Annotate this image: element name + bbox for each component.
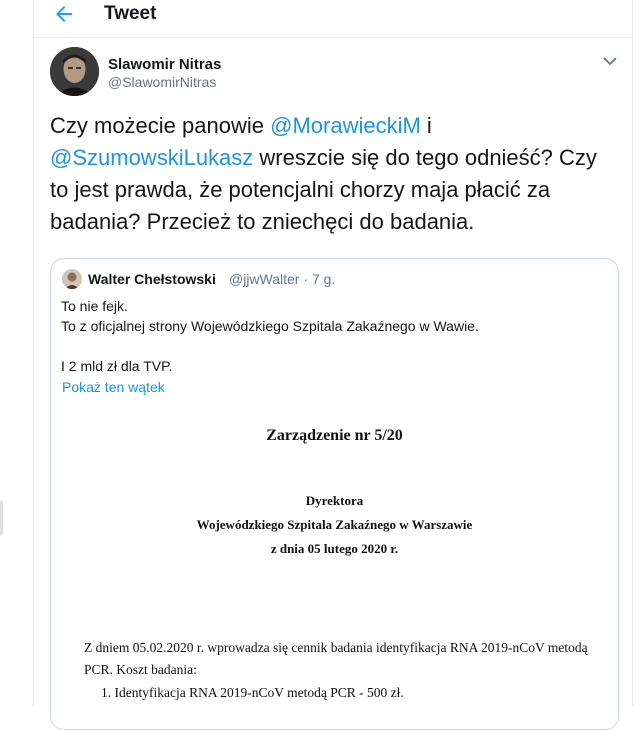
document-heading: Dyrektora Wojewódzkiego Szpitala Zakaźne… xyxy=(51,489,618,561)
document-image: Zarządzenie nr 5/20 Dyrektora Wojewódzki… xyxy=(51,409,618,729)
quoted-text: To nie fejk. To z oficjalnej strony Woje… xyxy=(61,296,479,376)
tweet-text-part1: Czy możecie panowie xyxy=(50,113,271,138)
document-item: 1. Identyfikacja RNA 2019-nCoV metodą PC… xyxy=(101,685,404,700)
tweet-column: Tweet Slawomir Nitras @SlawomirNitras Cz… xyxy=(33,0,633,730)
author-handle[interactable]: @SlawomirNitras xyxy=(108,74,216,90)
quoted-avatar xyxy=(62,269,82,289)
document-heading-line-1: Dyrektora xyxy=(305,493,364,508)
tweet-text-part2: i xyxy=(420,113,432,138)
quoted-avatar-image xyxy=(62,269,82,289)
quoted-meta: @jjwWalter · 7 g. xyxy=(229,271,336,287)
page-title: Tweet xyxy=(104,3,157,24)
quoted-author-name: Walter Chełstowski xyxy=(88,271,216,287)
quoted-line-2: To z oficjalnej strony Wojewódzkiego Szp… xyxy=(61,318,479,334)
avatar[interactable] xyxy=(50,47,99,96)
header-bar: Tweet xyxy=(34,0,632,38)
back-button[interactable] xyxy=(52,2,76,26)
document-title: Zarządzenie nr 5/20 xyxy=(266,427,403,444)
back-arrow-icon xyxy=(56,6,72,22)
quoted-time: 7 g. xyxy=(311,271,336,287)
tweet-menu-button[interactable] xyxy=(601,52,619,70)
document-body: Z dniem 05.02.2020 r. wprowadza się cenn… xyxy=(84,640,588,677)
tweet-text: Czy możecie panowie @MorawieckiM i @Szum… xyxy=(50,110,615,238)
avatar-image xyxy=(50,47,99,96)
author-name[interactable]: Slawomir Nitras xyxy=(108,56,221,73)
document-heading-line-3: z dnia 05 lutego 2020 r. xyxy=(270,541,399,556)
quoted-line-1: To nie fejk. xyxy=(61,298,128,314)
quoted-author-handle: @jjwWalter xyxy=(229,271,300,287)
document-heading-line-2: Wojewódzkiego Szpitala Zakaźnego w Warsz… xyxy=(196,517,473,532)
mention-szumowski[interactable]: @SzumowskiLukasz xyxy=(50,145,253,170)
chevron-down-icon xyxy=(603,57,617,66)
quoted-tweet[interactable]: Walter Chełstowski @jjwWalter · 7 g. To … xyxy=(50,258,619,730)
quoted-line-3 xyxy=(61,336,479,356)
show-thread-link[interactable]: Pokaż ten wątek xyxy=(62,379,165,395)
left-edge-marker xyxy=(0,500,3,536)
mention-morawiecki[interactable]: @MorawieckiM xyxy=(270,113,421,138)
quoted-line-4: I 2 mld zł dla TVP. xyxy=(61,358,173,374)
